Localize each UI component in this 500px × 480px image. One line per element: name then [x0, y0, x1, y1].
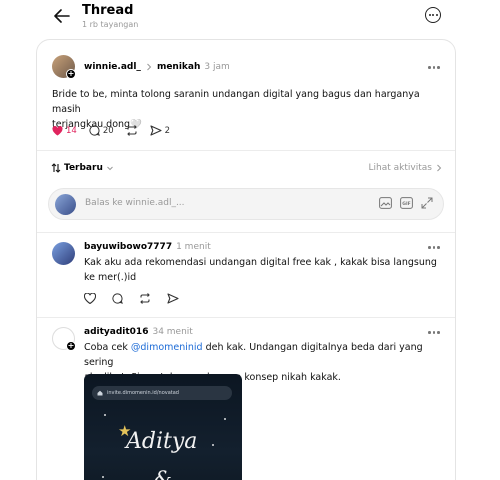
- dot-icon: [428, 246, 431, 249]
- mention-link[interactable]: @dimomeninid: [131, 342, 203, 353]
- sort-dropdown[interactable]: Terbaru: [51, 163, 114, 173]
- heart-filled-icon: [52, 125, 63, 136]
- avatar[interactable]: [52, 242, 75, 265]
- comment-meta: adityadit016 34 menit: [84, 327, 193, 337]
- page-title: Thread: [82, 3, 134, 18]
- topic-tag[interactable]: menikah: [157, 62, 200, 72]
- post-meta: winnie.adl_ menikah 3 jam: [84, 62, 230, 72]
- comment-text-line: Kak aku ada rekomendasi undangan digital…: [84, 257, 437, 268]
- sparkle-dot: [224, 418, 226, 420]
- more-options-button[interactable]: [425, 7, 441, 23]
- sparkle-dot: [104, 414, 106, 416]
- arrow-left-icon: [54, 9, 70, 23]
- view-activity-link[interactable]: Lihat aktivitas: [369, 163, 443, 173]
- dot-icon: [437, 246, 440, 249]
- comment-text: Kak aku ada rekomendasi undangan digital…: [84, 255, 444, 285]
- dot-icon: [432, 331, 435, 334]
- browser-url-bar: invite.dimomenin.id/novatad: [92, 386, 232, 400]
- image-icon[interactable]: [379, 197, 392, 209]
- sort-icon: [51, 163, 61, 173]
- follow-plus-icon[interactable]: +: [66, 69, 76, 79]
- svg-text:GIF: GIF: [402, 201, 410, 207]
- dot-icon: [428, 14, 431, 16]
- dot-icon: [428, 66, 431, 69]
- post-actions: 14 20 2: [52, 125, 170, 136]
- comment-icon[interactable]: [112, 293, 123, 304]
- gif-icon[interactable]: GIF: [400, 197, 413, 209]
- chevron-right-icon: [437, 164, 442, 172]
- send-icon[interactable]: [167, 293, 179, 304]
- comment-time: 1 menit: [176, 242, 211, 252]
- main-post: + winnie.adl_ menikah 3 jam Bride to be,…: [37, 40, 455, 150]
- sort-row: Terbaru Lihat aktivitas: [51, 163, 443, 173]
- sparkle-dot: [102, 476, 104, 478]
- dot-icon: [435, 14, 438, 16]
- image-url-text: invite.dimomenin.id/novatad: [107, 390, 179, 396]
- chevron-down-icon: [107, 166, 113, 171]
- post-more-button[interactable]: [428, 66, 440, 69]
- comment-icon: [89, 125, 100, 136]
- invitation-ampersand: &: [154, 466, 172, 480]
- comment-more-button[interactable]: [428, 331, 440, 334]
- comment-username[interactable]: bayuwibowo7777: [84, 242, 172, 252]
- dot-icon: [437, 66, 440, 69]
- post-time: 3 jam: [204, 62, 230, 72]
- comment-text-line: ke mer(.)id: [84, 272, 137, 283]
- comment-image[interactable]: invite.dimomenin.id/novatad ★ Aditya &: [84, 374, 242, 480]
- top-bar: Thread 1 rb tayangan: [0, 0, 500, 36]
- reply-attachments: GIF: [379, 197, 433, 209]
- comment-username[interactable]: adityadit016: [84, 327, 148, 337]
- post-text-line: Bride to be, minta tolong saranin undang…: [52, 89, 420, 115]
- invitation-name: Aditya: [126, 429, 198, 454]
- like-count: 14: [66, 125, 77, 136]
- share-button[interactable]: 2: [150, 125, 170, 136]
- heart-icon[interactable]: [84, 293, 96, 304]
- repost-icon: [126, 125, 137, 136]
- expand-icon[interactable]: [421, 197, 433, 209]
- comment-button[interactable]: 20: [89, 125, 114, 136]
- share-count: 2: [164, 125, 171, 136]
- send-icon: [150, 125, 162, 136]
- dot-icon: [432, 66, 435, 69]
- divider: [37, 150, 455, 151]
- view-count: 1 rb tayangan: [82, 20, 139, 29]
- repost-icon[interactable]: [139, 293, 151, 304]
- thread-card: + winnie.adl_ menikah 3 jam Bride to be,…: [36, 39, 456, 480]
- sparkle-dot: [212, 444, 214, 446]
- comment-text-segment: Coba cek: [84, 342, 131, 353]
- repost-button[interactable]: [126, 125, 138, 136]
- dot-icon: [432, 14, 434, 16]
- comment-count: 20: [102, 125, 114, 136]
- dot-icon: [432, 246, 435, 249]
- dot-icon: [428, 331, 431, 334]
- view-activity-label: Lihat aktivitas: [368, 163, 432, 173]
- comment-time: 34 menit: [152, 327, 193, 337]
- sort-label: Terbaru: [64, 163, 103, 173]
- divider: [37, 232, 455, 233]
- comment-text-line: Coba cek @dimomeninid deh kak. Undangan …: [84, 340, 444, 370]
- comment-meta: bayuwibowo7777 1 menit: [84, 242, 211, 252]
- like-button[interactable]: 14: [52, 126, 77, 136]
- back-button[interactable]: [52, 7, 72, 25]
- dot-icon: [437, 331, 440, 334]
- reply-placeholder: Balas ke winnie.adl_...: [85, 198, 185, 208]
- comment-actions: [84, 293, 179, 304]
- title-block: Thread 1 rb tayangan: [82, 3, 138, 30]
- avatar: [55, 194, 76, 215]
- chevron-right-icon: [147, 63, 152, 71]
- post-username[interactable]: winnie.adl_: [84, 62, 141, 72]
- reply-box[interactable]: Balas ke winnie.adl_... GIF: [48, 188, 444, 220]
- comment-more-button[interactable]: [428, 246, 440, 249]
- divider: [37, 317, 455, 318]
- home-icon: [97, 390, 103, 396]
- follow-plus-icon[interactable]: +: [66, 341, 76, 351]
